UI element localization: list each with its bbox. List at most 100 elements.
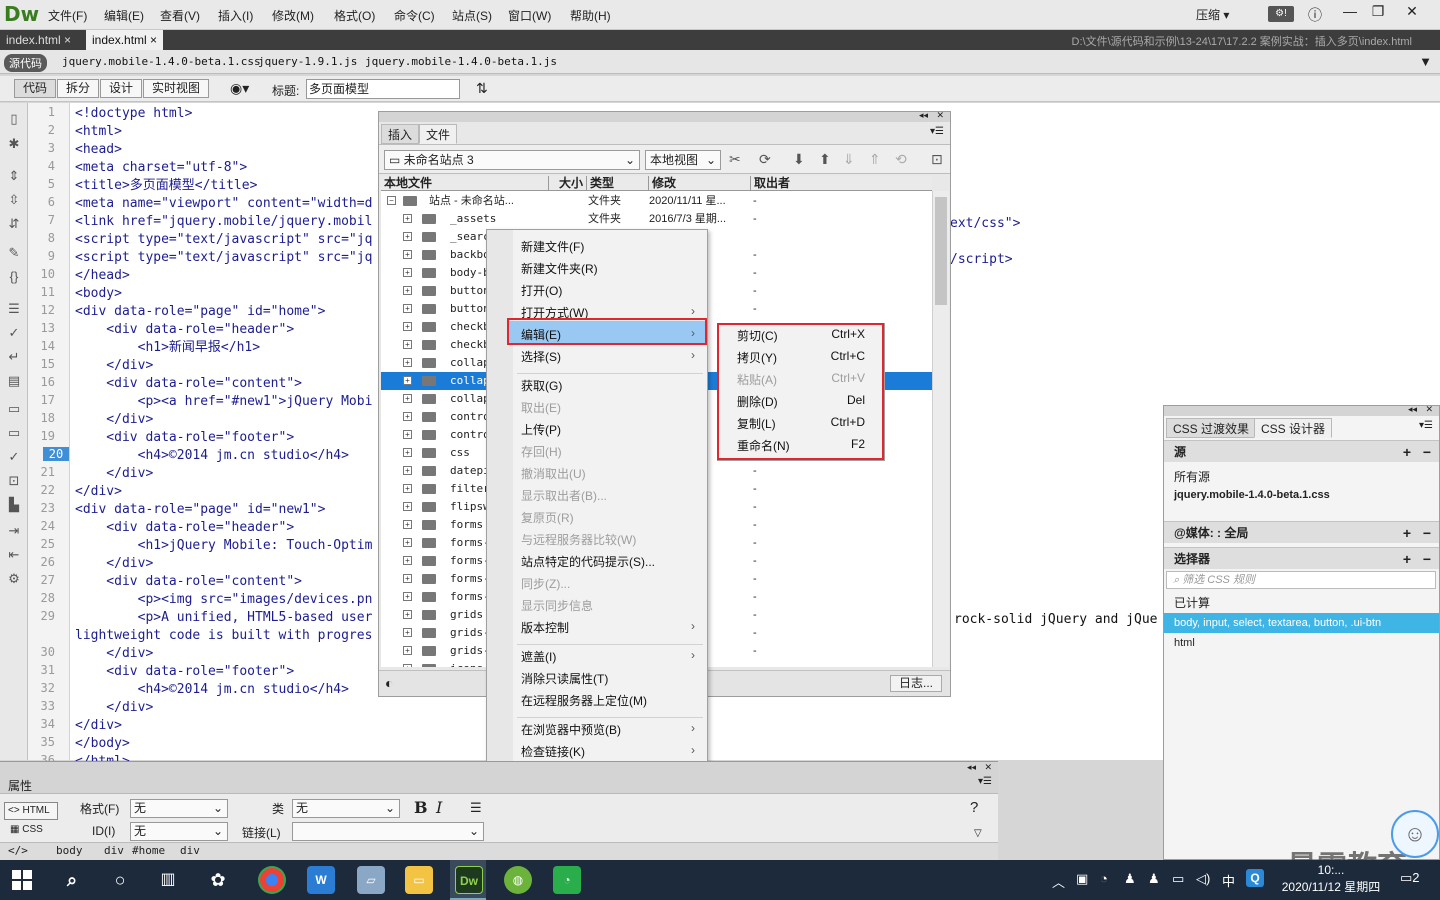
put-files-icon[interactable]: ⬆ [819, 151, 831, 168]
code-line[interactable]: <!doctype html> [75, 105, 192, 123]
html-mode-button[interactable]: <> HTML [4, 802, 58, 820]
view-live-button[interactable]: 实时视图 [143, 79, 210, 98]
expand-toggle-icon[interactable]: + [403, 394, 412, 403]
expand-toggle-icon[interactable]: + [403, 646, 412, 655]
col-local-files[interactable]: 本地文件 [381, 176, 549, 191]
menu-item[interactable]: 文件(F) [48, 7, 87, 24]
source-file[interactable]: jquery.mobile-1.4.0-beta.1.css [1174, 489, 1330, 501]
add-source-icon[interactable]: + [1403, 441, 1411, 463]
tab-close-icon[interactable]: × [150, 33, 157, 47]
expand-toggle-icon[interactable]: + [403, 520, 412, 529]
related-file-jquery[interactable]: jquery-1.9.1.js [258, 55, 357, 68]
filter-css-input[interactable]: ⌕ 筛选 CSS 规则 [1166, 571, 1436, 589]
context-menu-item[interactable]: 打开(O) [521, 282, 701, 299]
expand-toggle-icon[interactable]: + [403, 250, 412, 259]
open-documents-icon[interactable]: ▯ [5, 111, 23, 127]
add-selector-icon[interactable]: + [1403, 548, 1411, 570]
menu-item[interactable]: 修改(M) [272, 7, 314, 24]
tag-selector-item[interactable]: #home [132, 844, 165, 857]
qq-browser-tray-icon[interactable]: Q [1246, 869, 1264, 887]
system-clock[interactable]: 10:... 2020/11/12 星期四 [1276, 862, 1386, 896]
recent-snippets-icon[interactable]: ⊡ [5, 473, 23, 489]
filter-icon[interactable]: ▼ [1419, 54, 1432, 69]
close-button[interactable]: ✕ [1394, 0, 1430, 22]
menu-item[interactable]: 插入(I) [218, 7, 253, 24]
highlight-invalid-icon[interactable]: ✓ [5, 325, 23, 341]
task-view-icon[interactable]: ▥ [154, 866, 182, 894]
context-menu-item[interactable]: 选择(S) › [521, 348, 701, 365]
remove-source-icon[interactable]: − [1423, 441, 1431, 463]
selected-css-rule[interactable]: body, input, select, textarea, button, .… [1164, 613, 1439, 633]
collapse-tag-icon[interactable]: ⇕ [5, 168, 23, 184]
remove-media-icon[interactable]: − [1423, 522, 1431, 544]
tab-index-html-1[interactable]: index.html × [0, 30, 77, 50]
code-line[interactable]: <div data-role="content"> [75, 573, 302, 591]
code-line[interactable]: <p>A unified, HTML5-based user [75, 609, 373, 627]
code-line[interactable]: </div> [75, 357, 153, 375]
add-media-icon[interactable]: + [1403, 522, 1411, 544]
code-line[interactable]: <div data-role="page" id="new1"> [75, 501, 325, 519]
expand-toggle-icon[interactable]: + [403, 628, 412, 637]
col-size[interactable]: 大小 [549, 176, 587, 191]
ime-indicator[interactable]: 中 [1222, 871, 1235, 890]
expand-toggle-icon[interactable]: + [403, 340, 412, 349]
computed-item[interactable]: 已计算 [1174, 594, 1210, 611]
expand-toggle-icon[interactable]: + [403, 574, 412, 583]
code-line[interactable]: <p><img src="images/devices.pn [75, 591, 373, 609]
source-code-button[interactable]: 源代码 [4, 54, 47, 72]
expand-toggle-icon[interactable]: + [403, 376, 412, 385]
code-line[interactable]: lightweight code is built with progres [75, 627, 372, 645]
code-line[interactable]: <meta name="viewport" content="width=d [75, 195, 372, 213]
scroll-thumb[interactable] [935, 197, 947, 305]
pinwheel-app-icon[interactable]: ✿ [204, 866, 232, 894]
dreamweaver-taskbar-icon[interactable]: Dw [455, 866, 483, 894]
col-type[interactable]: 类型 [587, 176, 649, 191]
file-explorer-icon[interactable]: ▭ [405, 866, 433, 894]
word-wrap-icon[interactable]: ↵ [5, 349, 23, 365]
context-menu-item[interactable]: 版本控制 › [521, 619, 701, 636]
tab-index-html-2[interactable]: index.html × [86, 30, 164, 50]
panel-close-icon[interactable]: ✕ [1425, 404, 1433, 415]
menu-item[interactable]: 帮助(H) [570, 7, 611, 24]
view-split-button[interactable]: 拆分 [57, 79, 100, 98]
code-line[interactable]: <div data-role="header"> [75, 519, 294, 537]
compress-dropdown[interactable]: 压缩 ▾ [1196, 6, 1229, 23]
file-row[interactable]: + _assets 文件夹 2016/7/3 星期... - [381, 210, 932, 228]
expand-toggle-icon[interactable]: + [403, 232, 412, 241]
context-menu-item[interactable]: 撤消取出(U) [521, 465, 701, 482]
document-title-input[interactable]: 多页面模型 [306, 79, 460, 99]
format-select[interactable]: 无 ⌄ [130, 799, 228, 818]
context-menu-item[interactable]: 新建文件(F) [521, 238, 701, 255]
cortana-icon[interactable]: ○ [106, 866, 134, 894]
format-source-icon[interactable]: ⚙ [5, 571, 23, 587]
context-menu-item[interactable]: 与远程服务器比较(W) [521, 531, 701, 548]
code-line[interactable]: <h1>新闻早报</h1> [75, 339, 260, 357]
source-all[interactable]: 所有源 [1174, 468, 1210, 485]
menu-item[interactable]: 格式(O) [334, 7, 375, 24]
collapse-icon[interactable]: ◂◂ [967, 762, 976, 773]
menu-item[interactable]: 查看(V) [160, 7, 200, 24]
remove-comment-icon[interactable]: ▭ [5, 425, 23, 441]
context-menu-item[interactable]: 显示同步信息 [521, 597, 701, 614]
balance-braces-icon[interactable]: {} [5, 269, 23, 285]
menu-item[interactable]: 编辑(E) [104, 7, 144, 24]
code-line[interactable]: <h4>©2014 jm.cn studio</h4> [75, 681, 349, 699]
tag-selector-item[interactable]: div [104, 844, 124, 857]
expand-all-icon[interactable]: ⇵ [5, 216, 23, 232]
help-icon[interactable]: ? [970, 799, 978, 816]
melon-app-icon[interactable]: ◍ [504, 866, 532, 894]
expand-toggle-icon[interactable]: + [403, 502, 412, 511]
show-code-navigator-icon[interactable]: ✱ [5, 136, 23, 152]
expand-toggle-icon[interactable]: + [403, 484, 412, 493]
col-modified[interactable]: 修改 [649, 176, 751, 191]
bold-button[interactable]: B [414, 798, 428, 817]
code-line[interactable]: <body> [75, 285, 122, 303]
code-line[interactable]: <div data-role="page" id="home"> [75, 303, 325, 321]
wechat-tray-icon[interactable]: ◔ [1100, 871, 1108, 886]
wechat-icon[interactable]: ◔ [553, 866, 581, 894]
get-files-icon[interactable]: ⬇ [793, 151, 805, 168]
remove-selector-icon[interactable]: − [1423, 548, 1431, 570]
section-selectors[interactable]: 选择器 + − [1164, 547, 1439, 569]
code-line[interactable]: </div> [75, 411, 153, 429]
select-parent-tag-icon[interactable]: ✎ [5, 245, 23, 261]
